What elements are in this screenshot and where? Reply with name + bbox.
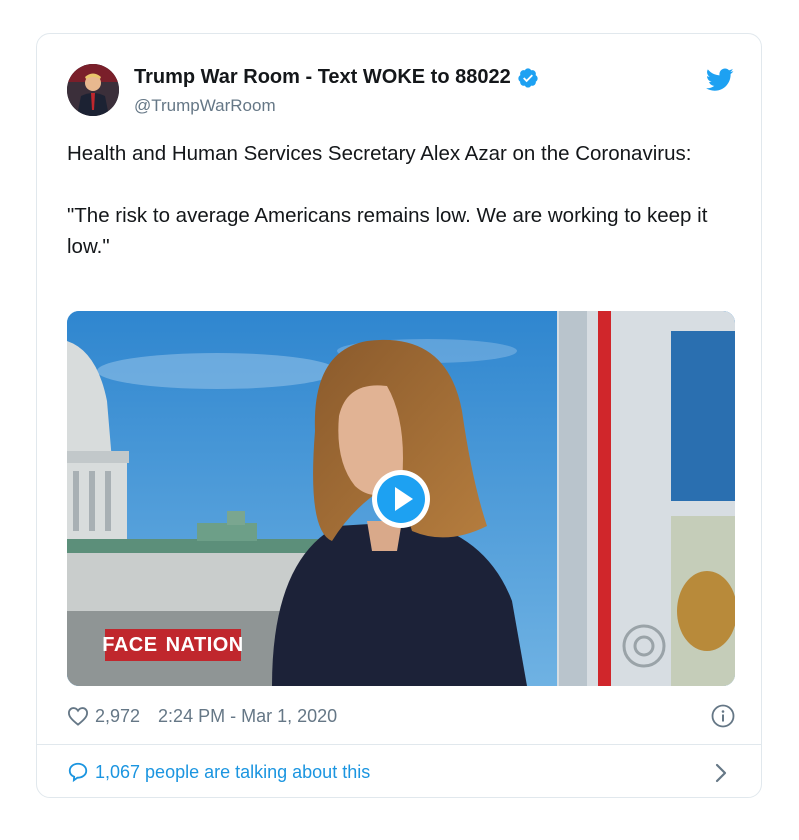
play-icon[interactable] [370, 468, 432, 530]
program-logo-right: NATION [165, 633, 244, 656]
user-handle[interactable]: @TrumpWarRoom [134, 96, 276, 116]
heart-icon[interactable] [67, 706, 89, 726]
divider [37, 744, 761, 745]
twitter-bird-icon[interactable] [706, 68, 734, 92]
program-logo-left: FACE [102, 633, 158, 656]
tweet-meta: 2,972 2:24 PM - Mar 1, 2020 [67, 704, 735, 728]
display-name-text[interactable]: Trump War Room - Text WOKE to 88022 [134, 66, 511, 89]
tweet-card: Trump War Room - Text WOKE to 88022 @Tru… [36, 33, 762, 798]
conversation-link[interactable]: 1,067 people are talking about this [67, 761, 370, 783]
chevron-right-icon[interactable] [713, 762, 729, 784]
like-count[interactable]: 2,972 [95, 706, 140, 727]
program-logo: FACE NATION [102, 629, 244, 661]
info-icon[interactable] [711, 704, 735, 728]
verified-badge-icon [518, 67, 538, 88]
comment-bubble-icon [68, 762, 88, 783]
timestamp[interactable]: 2:24 PM - Mar 1, 2020 [158, 706, 337, 727]
avatar[interactable] [67, 64, 119, 116]
tweet-text: Health and Human Services Secretary Alex… [67, 142, 708, 258]
video-player[interactable]: FACE NATION [67, 311, 735, 686]
display-name[interactable]: Trump War Room - Text WOKE to 88022 [134, 66, 539, 89]
talking-count[interactable]: 1,067 people are talking about this [95, 762, 370, 783]
